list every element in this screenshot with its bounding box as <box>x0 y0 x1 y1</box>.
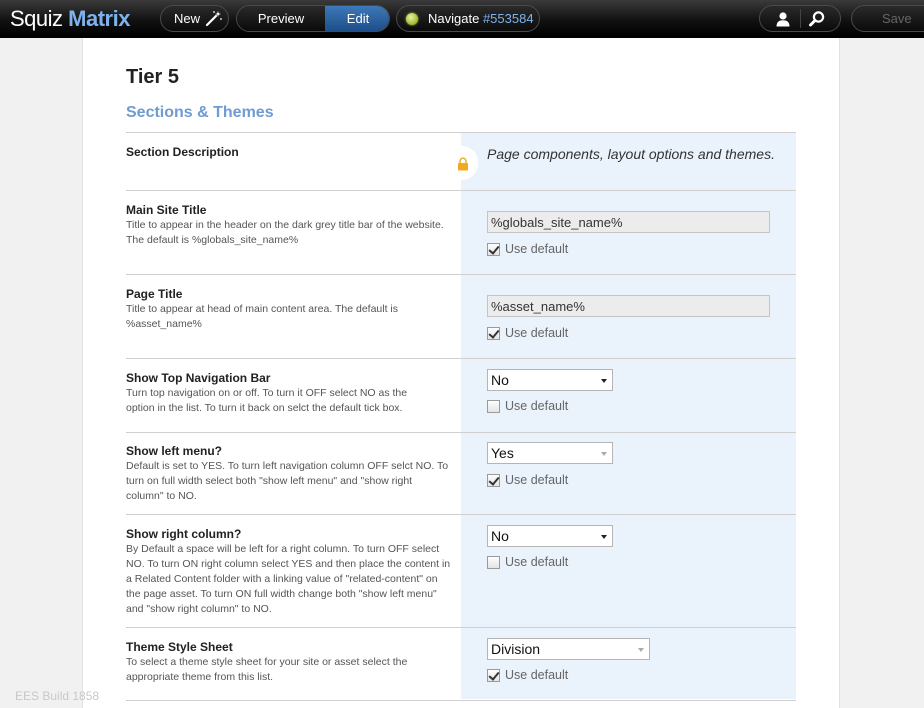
divider <box>126 132 796 133</box>
use-default-label: Use default <box>505 399 569 413</box>
field-label-section-description: Section Description <box>126 145 239 159</box>
field-desc-show-top-nav: Turn top navigation on or off. To turn i… <box>126 387 408 414</box>
use-default-checkbox[interactable] <box>487 474 500 487</box>
field-desc-theme-style-sheet: To select a theme style sheet for your s… <box>126 656 408 683</box>
chevron-down-icon <box>601 535 607 539</box>
page-title-input[interactable] <box>487 295 770 317</box>
divider <box>126 358 796 359</box>
select-value: Division <box>491 641 541 657</box>
user-search-group <box>759 5 841 32</box>
main-site-title-input[interactable] <box>487 211 770 233</box>
navigate-button[interactable]: Navigate #553584 <box>396 5 540 32</box>
field-label-show-left-menu: Show left menu? <box>126 444 222 458</box>
field-desc-main-site-title: Title to appear in the header on the dar… <box>126 219 444 246</box>
logo-text-matrix: Matrix <box>68 6 130 31</box>
divider <box>126 190 796 191</box>
preview-tab[interactable]: Preview <box>237 6 325 31</box>
mode-switch: Preview Edit <box>236 5 390 32</box>
divider <box>126 274 796 275</box>
save-button-label: Save <box>882 11 912 26</box>
navigate-label: Navigate <box>428 11 480 26</box>
asset-id-link[interactable]: #553584 <box>483 11 534 26</box>
field-desc-show-right-column: By Default a space will be left for a ri… <box>126 543 451 615</box>
use-default-label: Use default <box>505 473 569 487</box>
chevron-down-icon <box>601 452 607 456</box>
select-value: No <box>491 372 509 388</box>
toolbar-divider <box>800 9 801 28</box>
field-desc-show-left-menu: Default is set to YES. To turn left navi… <box>126 460 449 502</box>
select-value: No <box>491 528 509 544</box>
use-default-checkbox[interactable] <box>487 327 500 340</box>
search-icon[interactable] <box>808 10 826 28</box>
new-button-label: New <box>174 11 201 26</box>
edit-tab[interactable]: Edit <box>325 6 389 31</box>
use-default-label: Use default <box>505 242 569 256</box>
magic-wand-icon <box>205 11 222 27</box>
field-desc-page-title: Title to appear at head of main content … <box>126 303 399 330</box>
field-label-page-title: Page Title <box>126 287 183 301</box>
save-button[interactable]: Save <box>851 5 924 32</box>
divider <box>126 432 796 433</box>
use-default-checkbox[interactable] <box>487 400 500 413</box>
use-default-checkbox[interactable] <box>487 243 500 256</box>
logo-text-squiz: Squiz <box>10 6 63 31</box>
status-dot-icon <box>406 13 418 25</box>
build-label: EES Build 1858 <box>15 689 100 703</box>
divider <box>126 514 796 515</box>
field-label-theme-style-sheet: Theme Style Sheet <box>126 640 233 654</box>
use-default-label: Use default <box>505 326 569 340</box>
show-right-column-select[interactable]: No <box>487 525 613 547</box>
use-default-label: Use default <box>505 555 569 569</box>
divider <box>126 627 796 628</box>
use-default-checkbox[interactable] <box>487 669 500 682</box>
use-default-label: Use default <box>505 668 569 682</box>
lock-icon <box>458 157 468 171</box>
top-toolbar: Squiz Matrix New Preview Edit Navigate #… <box>0 0 924 38</box>
chevron-down-icon <box>601 379 607 383</box>
user-icon[interactable] <box>775 11 791 27</box>
show-left-menu-select[interactable]: Yes <box>487 442 613 464</box>
field-label-show-top-nav: Show Top Navigation Bar <box>126 371 271 385</box>
use-default-checkbox[interactable] <box>487 556 500 569</box>
section-description-value: Page components, layout options and them… <box>487 146 775 162</box>
show-top-nav-select[interactable]: No <box>487 369 613 391</box>
select-value: Yes <box>491 445 514 461</box>
field-label-main-site-title: Main Site Title <box>126 203 207 217</box>
theme-style-sheet-select[interactable]: Division <box>487 638 650 660</box>
section-heading: Sections & Themes <box>126 104 274 121</box>
new-button[interactable]: New <box>160 5 229 32</box>
field-label-show-right-column: Show right column? <box>126 527 242 541</box>
divider <box>126 700 796 701</box>
chevron-down-icon <box>638 648 644 652</box>
page-title: Tier 5 <box>126 66 179 88</box>
squiz-matrix-logo: Squiz Matrix <box>10 5 130 33</box>
